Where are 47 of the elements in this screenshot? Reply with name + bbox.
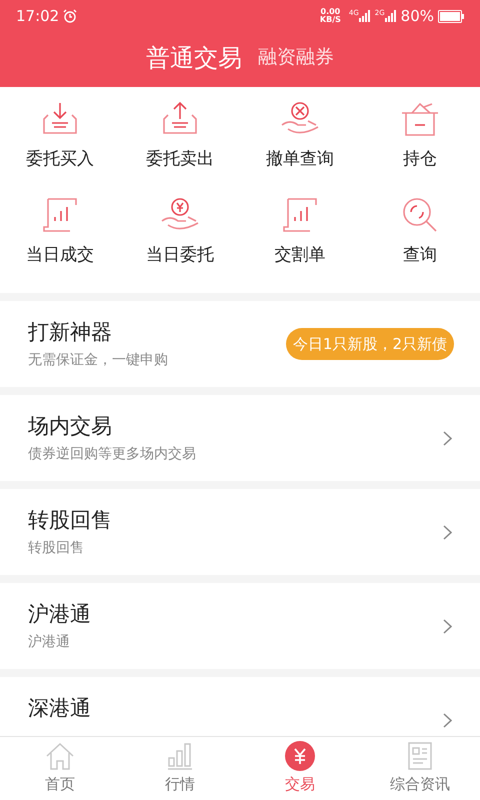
action-button[interactable]: 撤单查询 bbox=[240, 101, 360, 197]
action-button[interactable]: 委托买入 bbox=[0, 101, 120, 197]
section-subtitle: 无需保证金，一键申购 bbox=[28, 351, 169, 370]
nav-tab[interactable]: 综合资讯 bbox=[360, 737, 480, 800]
tray-download-icon bbox=[40, 101, 80, 137]
chevron-right-icon bbox=[443, 712, 452, 728]
chart-scroll-icon bbox=[40, 197, 80, 233]
chevron-right-icon bbox=[443, 430, 452, 446]
action-button[interactable]: 持仓 bbox=[360, 101, 480, 197]
nav-tab[interactable]: 交易 bbox=[240, 737, 360, 800]
status-time: 17:02 bbox=[16, 6, 60, 27]
section-subtitle: 沪港通 bbox=[28, 633, 71, 652]
action-button[interactable]: 查询 bbox=[360, 197, 480, 293]
section-title: 转股回售 bbox=[28, 507, 113, 534]
section-card[interactable]: 转股回售 转股回售 bbox=[0, 489, 480, 575]
tray-upload-icon bbox=[160, 101, 200, 137]
bar-chart-icon bbox=[165, 741, 195, 772]
alarm-icon bbox=[63, 9, 78, 23]
net-speed-unit: KB/S bbox=[320, 16, 341, 24]
section-subtitle: 债券逆回购等更多场内交易 bbox=[28, 445, 197, 464]
yuan-coin-icon bbox=[285, 741, 315, 772]
section-title: 沪港通 bbox=[28, 601, 92, 628]
section-title: 深港通 bbox=[28, 695, 92, 722]
section-card[interactable]: 场内交易 债券逆回购等更多场内交易 bbox=[0, 395, 480, 481]
chevron-right-icon bbox=[443, 618, 452, 634]
action-button[interactable]: 交割单 bbox=[240, 197, 360, 293]
section-title: 打新神器 bbox=[28, 319, 113, 346]
chart-scroll-icon bbox=[280, 197, 320, 233]
net-speed: 0.00 bbox=[320, 8, 340, 16]
action-button[interactable]: 当日成交 bbox=[0, 197, 120, 293]
basket-icon bbox=[400, 101, 440, 137]
battery-icon bbox=[438, 10, 464, 22]
signal-icon bbox=[384, 10, 397, 22]
section-card[interactable]: 深港通 bbox=[0, 677, 480, 736]
action-button[interactable]: 当日委托 bbox=[120, 197, 240, 293]
header-tab[interactable]: 普通交易 bbox=[146, 40, 242, 76]
signal-icon bbox=[358, 10, 371, 22]
action-button[interactable]: 委托卖出 bbox=[120, 101, 240, 197]
section-card[interactable]: 沪港通 沪港通 bbox=[0, 583, 480, 669]
section-card[interactable]: 打新神器 无需保证金，一键申购 今日1只新股，2只新债 bbox=[0, 301, 480, 387]
chevron-right-icon bbox=[443, 524, 452, 540]
battery-percent: 80% bbox=[400, 6, 434, 27]
section-title: 场内交易 bbox=[28, 413, 113, 440]
section-subtitle: 转股回售 bbox=[28, 539, 85, 558]
home-icon bbox=[45, 741, 75, 772]
nav-tab[interactable]: 首页 bbox=[0, 737, 120, 800]
nav-tab[interactable]: 行情 bbox=[120, 737, 240, 800]
